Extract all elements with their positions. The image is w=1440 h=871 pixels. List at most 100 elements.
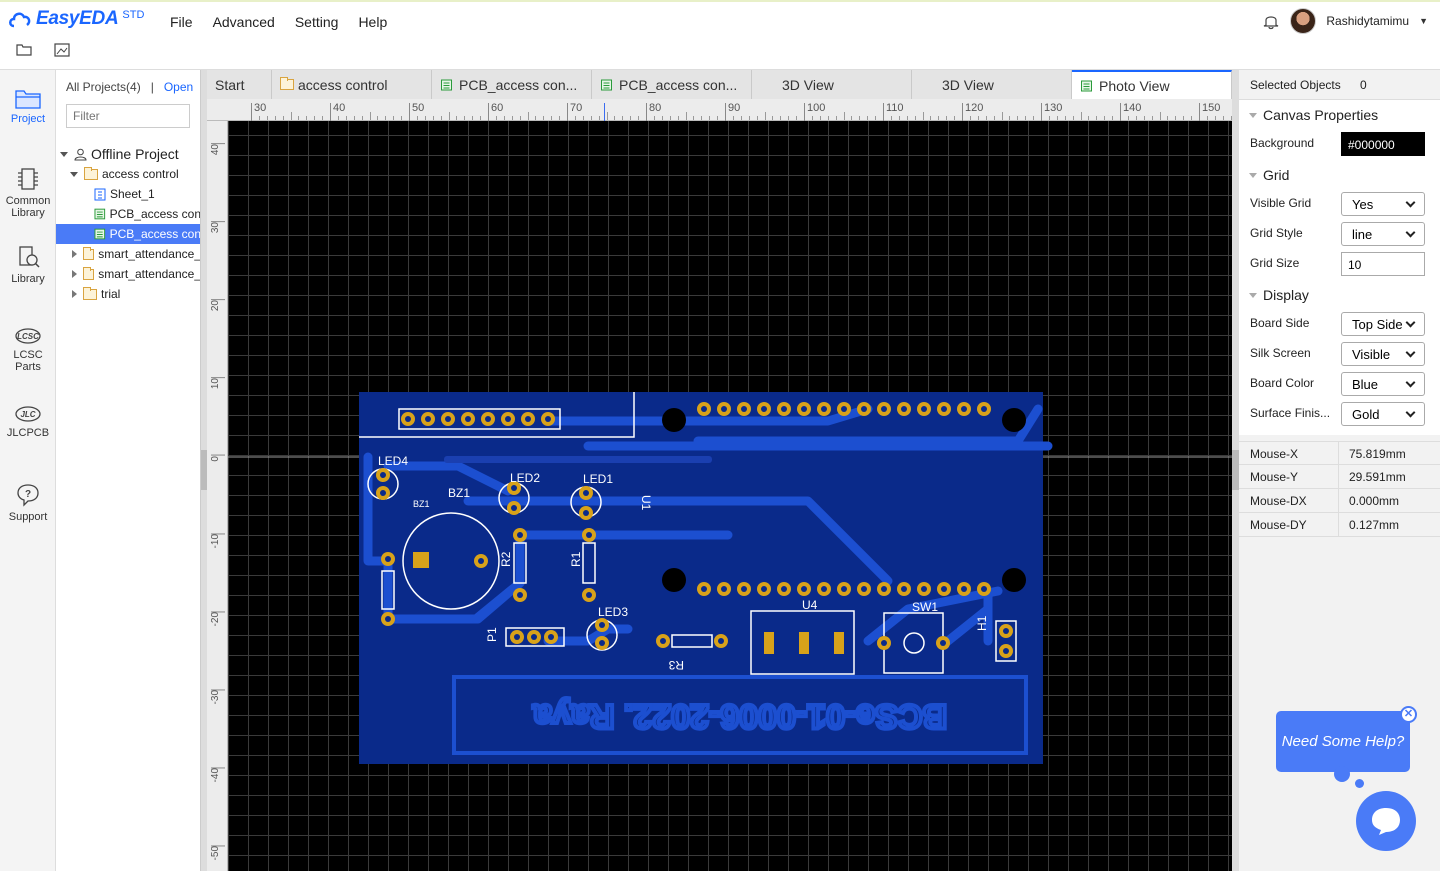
image-export-icon[interactable] <box>54 42 70 58</box>
grid-size-input[interactable]: 10 <box>1341 252 1425 276</box>
menu-advanced[interactable]: Advanced <box>203 12 285 32</box>
grid-style-select[interactable]: line <box>1341 222 1425 246</box>
collapse-arrow-icon[interactable] <box>60 151 68 157</box>
label-p1: P1 <box>485 627 499 642</box>
nav-jlcpcb[interactable]: JLC JLCPCB <box>0 404 56 439</box>
tree-root[interactable]: Offline Project <box>56 144 200 164</box>
nav-library[interactable]: Library <box>0 244 56 285</box>
splitter-handle[interactable] <box>1232 450 1239 490</box>
ruler-top-tick: 150 <box>1199 103 1220 121</box>
tab-photo-view[interactable]: Photo View <box>1072 70 1232 99</box>
nav-library-label: Library <box>11 273 45 285</box>
chevron-down-icon <box>1405 197 1416 207</box>
surface-finish-select[interactable]: Gold <box>1341 402 1425 426</box>
tree-item-pcb-2[interactable]: PCB_access con <box>56 224 201 244</box>
tree-item-access-control[interactable]: access control <box>56 164 200 184</box>
tree-item-pcb-1[interactable]: PCB_access con <box>56 204 201 224</box>
mouse-y-row: Mouse-Y 29.591mm <box>1239 465 1440 489</box>
tree-item-sheet[interactable]: Sheet_1 <box>56 184 200 204</box>
ruler-minor-tick <box>867 116 869 120</box>
pad-hole <box>901 586 907 592</box>
expand-arrow-icon[interactable] <box>72 270 77 278</box>
tab-pcb-2[interactable]: PCB_access con... <box>592 70 752 99</box>
nav-common-library[interactable]: Common Library <box>0 166 56 219</box>
ruler-minor-tick <box>582 116 584 120</box>
avatar[interactable] <box>1290 8 1317 34</box>
pad-hole <box>718 638 724 644</box>
section-canvas-properties[interactable]: Canvas Properties <box>1249 107 1378 123</box>
pad-hole <box>511 485 517 491</box>
nav-project[interactable]: Project <box>0 86 56 125</box>
board-side-select[interactable]: Top Side <box>1341 312 1425 336</box>
pad-hole <box>741 586 747 592</box>
ruler-top-tick: 100 <box>804 103 825 121</box>
open-link[interactable]: Open <box>164 80 193 94</box>
menu-file[interactable]: File <box>160 12 203 32</box>
tab-3d-view-2[interactable]: 3D View <box>912 70 1072 99</box>
tree-item-smart-attendance-2[interactable]: smart_attendance_ <box>56 264 200 284</box>
ruler-minor-tick <box>590 116 592 120</box>
schematic-icon <box>94 188 106 200</box>
right-splitter[interactable] <box>1232 70 1239 871</box>
mouse-y-value: 29.591mm <box>1349 470 1406 484</box>
ruler-minor-tick <box>780 116 782 120</box>
tree-item-smart-attendance-1[interactable]: smart_attendance_ <box>56 244 200 264</box>
tab-3d-view-1[interactable]: 3D View <box>752 70 912 99</box>
label-sw1: SW1 <box>912 600 938 614</box>
ruler-minor-tick <box>527 112 529 120</box>
expand-arrow-icon[interactable] <box>72 290 77 298</box>
tree-item-label: PCB_access con <box>109 207 201 221</box>
close-icon[interactable]: ✕ <box>1400 706 1417 723</box>
ruler-minor-tick <box>701 116 703 120</box>
tree-item-label: PCB_access con <box>109 227 201 241</box>
section-display[interactable]: Display <box>1249 287 1309 303</box>
bell-icon[interactable] <box>1262 12 1280 30</box>
chevron-down-icon[interactable]: ▼ <box>1419 16 1428 26</box>
tab-pcb-1[interactable]: PCB_access con... <box>432 70 592 99</box>
surface-finish-label: Surface Finis... <box>1250 406 1331 420</box>
label-bz1-small: BZ1 <box>413 499 430 509</box>
ruler-minor-tick <box>811 116 813 120</box>
pad-hole <box>514 634 520 640</box>
pad-hole <box>517 532 523 538</box>
pad-rect <box>799 632 809 654</box>
board-color-select[interactable]: Blue <box>1341 372 1425 396</box>
ruler-minor-tick <box>1104 116 1106 120</box>
chip-icon <box>18 168 38 190</box>
label-u4: U4 <box>802 598 818 612</box>
silk-screen-select[interactable]: Visible <box>1341 342 1425 366</box>
folder-icon <box>83 266 95 280</box>
ruler-minor-tick <box>732 116 734 120</box>
nav-support[interactable]: ? Support <box>0 482 56 523</box>
pad-hole <box>921 406 927 412</box>
ruler-minor-tick <box>653 116 655 120</box>
visible-grid-select[interactable]: Yes <box>1341 192 1425 216</box>
expand-arrow-icon[interactable] <box>72 250 77 258</box>
tab-label: 3D View <box>942 76 994 93</box>
nav-lcsc-parts[interactable]: LCSC LCSC Parts <box>0 326 56 373</box>
tab-access-control[interactable]: access control <box>272 70 432 99</box>
all-projects-label[interactable]: All Projects(4) <box>66 80 141 94</box>
selected-objects-label: Selected Objects <box>1250 78 1341 92</box>
section-grid[interactable]: Grid <box>1249 167 1289 183</box>
filter-input[interactable] <box>66 104 190 128</box>
open-folder-icon[interactable] <box>16 42 32 56</box>
ruler-top-tick: 140 <box>1120 103 1141 121</box>
background-color-input[interactable]: #000000 <box>1341 132 1425 156</box>
pad-hole <box>660 638 666 644</box>
logo[interactable]: EasyEDA STD <box>8 8 144 30</box>
pcb-canvas[interactable]: LED4 LED2 LED1 BZ1 BZ1 U1 R2 R1 LED3 P1 … <box>228 121 1232 871</box>
chat-button[interactable] <box>1356 791 1416 851</box>
tab-start[interactable]: Start <box>207 70 272 99</box>
menu-help[interactable]: Help <box>348 12 397 32</box>
help-bubble[interactable]: Need Some Help? <box>1276 711 1410 772</box>
nav-support-label: Support <box>8 511 48 523</box>
user-name[interactable]: Rashidytamimu <box>1326 14 1409 28</box>
ruler-top: 30 40 50 60 70 80 90 100 110 120 130 140 150 <box>207 99 1272 121</box>
bubble-tail <box>1334 766 1350 782</box>
menu-setting[interactable]: Setting <box>285 12 349 32</box>
tree-item-trial[interactable]: trial <box>56 284 200 304</box>
ruler-minor-tick <box>543 116 545 120</box>
collapse-arrow-icon[interactable] <box>70 171 78 177</box>
user-icon <box>74 148 87 160</box>
